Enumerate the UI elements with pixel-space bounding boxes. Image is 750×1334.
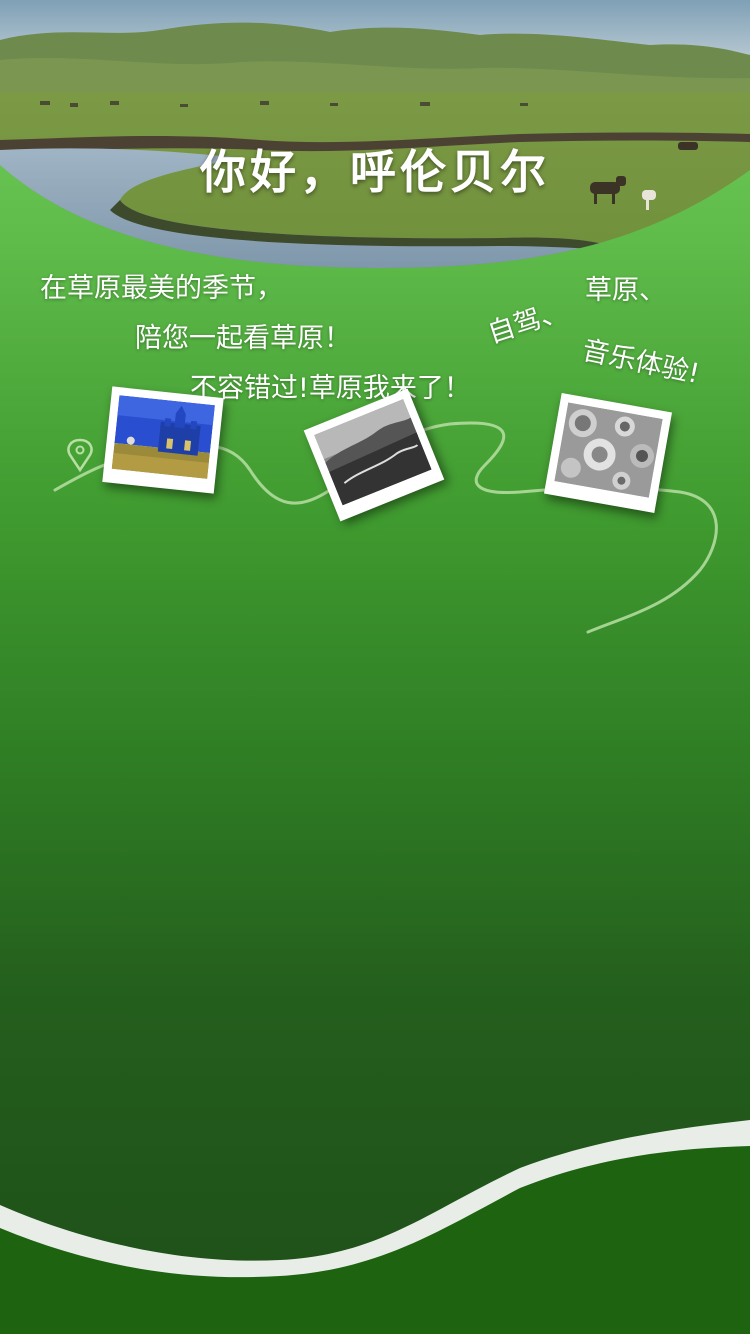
bubbles-photo-image	[554, 402, 663, 498]
caption-line-3: 不容错过!草原我来了！	[190, 373, 471, 404]
church-photo-image	[111, 395, 215, 479]
caption-line-1: 在草原最美的季节，	[40, 273, 283, 304]
bottom-wave-decoration	[0, 1120, 750, 1334]
winding-trail-line	[53, 421, 718, 634]
photo-card-bubbles[interactable]	[543, 393, 673, 513]
caption-line-2: 陪您一起看草原！	[135, 323, 351, 354]
poster-page: 你好，呼伦贝尔 在草原最美的季节， 陪您一起看草原！ 不容错过!草原我来了！ 自…	[0, 0, 750, 1334]
caption-grassland: 草原、	[585, 275, 666, 306]
photo-card-church[interactable]	[102, 386, 224, 494]
location-pin-icon	[67, 438, 93, 473]
